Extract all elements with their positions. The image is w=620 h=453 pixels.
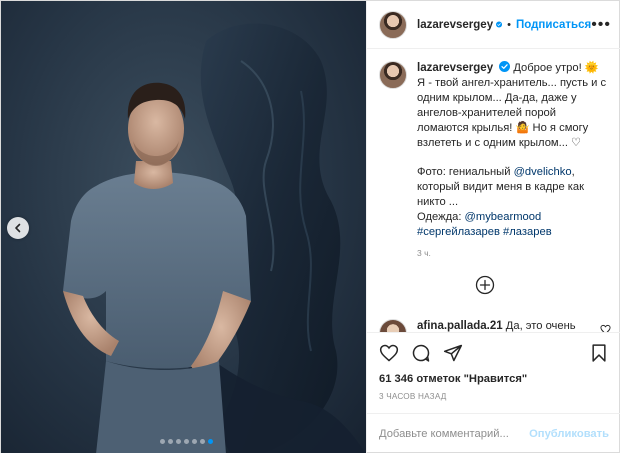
caption: lazarevsergey Доброе утро! 🌞 Я - твой ан… (379, 61, 609, 261)
comment-avatar[interactable] (379, 319, 407, 332)
likes-count[interactable]: 61 346 отметок "Нравится" (379, 373, 609, 385)
hashtag-link[interactable]: #сергейлазарев (417, 226, 500, 238)
comments-area[interactable]: lazarevsergey Доброе утро! 🌞 Я - твой ан… (367, 49, 620, 332)
hashtag-link[interactable]: #лазарев (503, 226, 552, 238)
caption-time: 3 ч. (417, 248, 431, 258)
caption-avatar[interactable] (379, 61, 407, 89)
follow-button[interactable]: Подписаться (516, 19, 591, 31)
plus-circle-icon[interactable] (475, 275, 495, 295)
heart-icon[interactable] (379, 343, 399, 363)
publish-button[interactable]: Опубликовать (529, 428, 609, 440)
action-icons (379, 341, 609, 365)
carousel-dot (176, 439, 181, 444)
mention-link[interactable]: @mybearmood (465, 211, 542, 223)
carousel-indicator (160, 439, 213, 444)
username-link[interactable]: lazarevsergey (417, 19, 493, 31)
photo-scene (63, 23, 366, 453)
caption-clothes: Одежда: @mybearmood (417, 210, 609, 225)
carousel-dot (184, 439, 189, 444)
carousel-prev-button[interactable] (7, 217, 29, 239)
caption-username[interactable]: lazarevsergey (417, 62, 493, 74)
post-timestamp: 3 ЧАСОВ НАЗАД (379, 392, 447, 401)
add-comment-bar: Опубликовать (367, 413, 620, 453)
caption-hashtags: #сергейлазарев #лазарев (417, 225, 609, 240)
instagram-post: lazarevsergey • Подписаться ••• lazarevs… (0, 0, 620, 453)
more-options-button[interactable]: ••• (591, 16, 611, 33)
comment-username[interactable]: afina.pallada.21 (417, 320, 503, 332)
comment-item: afina.pallada.21 Да, это очень (379, 319, 611, 332)
mention-link[interactable]: @dvelichko (514, 166, 572, 178)
share-icon[interactable] (443, 343, 463, 363)
bookmark-icon[interactable] (589, 343, 609, 363)
comment-text: afina.pallada.21 Да, это очень (417, 319, 587, 332)
caption-body: Доброе утро! 🌞 Я - твой ангел-хранитель.… (417, 62, 607, 149)
carousel-dot (160, 439, 165, 444)
comment-body: Да, это очень (505, 320, 576, 332)
avatar[interactable] (379, 10, 407, 39)
caption-text: lazarevsergey Доброе утро! 🌞 Я - твой ан… (417, 61, 609, 261)
post-header: lazarevsergey • Подписаться ••• (367, 1, 620, 49)
caption-photo-prefix: Фото: гениальный (417, 166, 514, 178)
heart-icon[interactable] (600, 324, 611, 332)
carousel-dot (168, 439, 173, 444)
post-photo[interactable] (1, 1, 366, 453)
caption-clothes-prefix: Одежда: (417, 211, 465, 223)
header-separator: • (507, 18, 511, 31)
caption-photo-credit: Фото: гениальный @dvelichko, который вид… (417, 165, 609, 210)
post-side-panel: lazarevsergey • Подписаться ••• lazarevs… (366, 1, 620, 453)
carousel-dot (192, 439, 197, 444)
verified-icon (496, 21, 503, 28)
comment-icon[interactable] (411, 343, 431, 363)
carousel-dot (208, 439, 213, 444)
comment-input[interactable] (379, 428, 530, 440)
carousel-dot (200, 439, 205, 444)
verified-icon (499, 61, 511, 72)
chevron-left-icon (15, 223, 21, 233)
